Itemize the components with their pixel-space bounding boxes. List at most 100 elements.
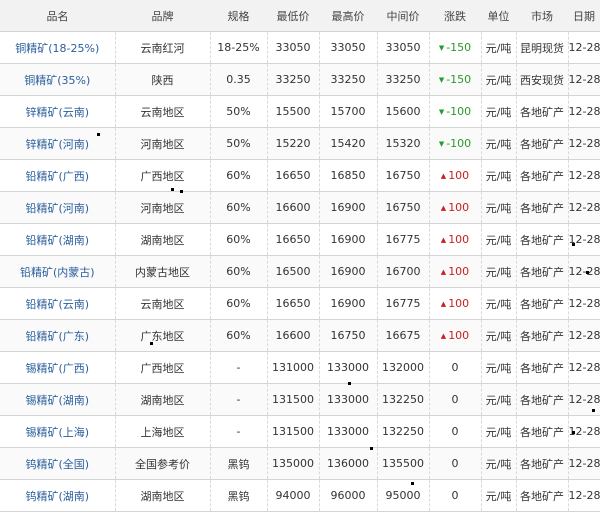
product-name-link[interactable]: 锡精矿(湖南) xyxy=(25,394,89,407)
product-name-link[interactable]: 铅精矿(广东) xyxy=(25,330,89,343)
cell-name: 锡精矿(广西) xyxy=(0,351,116,384)
cell-change: 0 xyxy=(429,479,482,512)
cell-unit: 元/吨 xyxy=(481,447,517,480)
cell-high: 133000 xyxy=(319,351,378,384)
header-spec[interactable]: 规格 xyxy=(210,0,267,32)
table-row: 锡精矿(广西) 广西地区 -131000 133000 132000 0 元/吨 各地矿产 12… xyxy=(0,351,600,384)
cell-brand: 上海地区 xyxy=(115,415,211,448)
cell-high: 133000 xyxy=(319,415,378,448)
cell-unit: 元/吨 xyxy=(481,415,517,448)
cell-spec: 60% xyxy=(210,287,268,320)
cell-low: 16500 xyxy=(267,255,320,288)
cell-spec: 60% xyxy=(210,191,268,224)
cell-high: 16900 xyxy=(319,287,378,320)
cell-high: 16750 xyxy=(319,319,378,352)
table-row: 铜精矿(35%) 陕西 0.35 33250 33250 33250 ▼ -150 元/吨 西安现… xyxy=(0,63,600,96)
change-text: 100 xyxy=(448,201,470,214)
product-name-link[interactable]: 铅精矿(云南) xyxy=(25,298,89,311)
cell-name: 铅精矿(湖南) xyxy=(0,223,116,256)
cell-low: 33050 xyxy=(267,31,320,64)
cell-date: 12-28 xyxy=(568,255,600,288)
change-text: 0 xyxy=(451,393,459,406)
header-unit[interactable]: 单位 xyxy=(481,0,516,32)
change-value: 0 xyxy=(452,393,459,406)
cell-unit: 元/吨 xyxy=(481,95,517,128)
header-row: 品名 品牌 规格 最低价 最高价 中间价 涨跌 单位 市场 日期 xyxy=(0,0,600,32)
table-row: 铅精矿(广西) 广西地区 60% 16650 16850 16750 ▲ 100 元/吨 各地矿产… xyxy=(0,159,600,192)
artifact-dot xyxy=(348,382,351,385)
cell-date: 12-28 xyxy=(568,223,600,256)
cell-low: 135000 xyxy=(267,447,320,480)
product-name-link[interactable]: 钨精矿(全国) xyxy=(25,458,89,471)
cell-market: 各地矿产 xyxy=(516,95,569,128)
header-name[interactable]: 品名 xyxy=(0,0,115,32)
cell-market: 各地矿产 xyxy=(516,255,569,288)
cell-brand: 湖南地区 xyxy=(115,383,211,416)
cell-mid: 15600 xyxy=(377,95,430,128)
change-value: ▼ -100 xyxy=(439,137,471,150)
header-market[interactable]: 市场 xyxy=(516,0,568,32)
cell-high: 133000 xyxy=(319,383,378,416)
cell-high: 16900 xyxy=(319,191,378,224)
table-row: 钨精矿(湖南) 湖南地区 黑钨 94000 96000 95000 0 元/吨 各地矿产 12-2… xyxy=(0,479,600,512)
cell-high: 16900 xyxy=(319,255,378,288)
cell-brand: 云南地区 xyxy=(115,287,211,320)
change-text: 0 xyxy=(451,361,459,374)
product-name-link[interactable]: 铜精矿(35%) xyxy=(24,74,90,87)
cell-mid: 95000 xyxy=(377,479,430,512)
cell-change: ▲ 100 xyxy=(429,159,482,192)
cell-name: 铅精矿(河南) xyxy=(0,191,116,224)
product-name-link[interactable]: 锌精矿(云南) xyxy=(25,106,89,119)
cell-low: 15500 xyxy=(267,95,320,128)
product-name-link[interactable]: 锌精矿(河南) xyxy=(25,138,89,151)
cell-date: 12-28 xyxy=(568,287,600,320)
product-name-link[interactable]: 铅精矿(湖南) xyxy=(25,234,89,247)
cell-mid: 16775 xyxy=(377,287,430,320)
cell-brand: 广西地区 xyxy=(115,159,211,192)
header-change[interactable]: 涨跌 xyxy=(429,0,481,32)
artifact-dot xyxy=(97,133,100,136)
header-brand[interactable]: 品牌 xyxy=(115,0,210,32)
cell-low: 131500 xyxy=(267,383,320,416)
product-name-link[interactable]: 铅精矿(广西) xyxy=(25,170,89,183)
change-value: ▲ 100 xyxy=(441,297,469,310)
table-row: 钨精矿(全国) 全国参考价 黑钨 135000 136000 135500 0 元/吨 各地矿产… xyxy=(0,447,600,480)
cell-high: 16850 xyxy=(319,159,378,192)
product-name-link[interactable]: 钨精矿(湖南) xyxy=(25,490,89,503)
header-mid[interactable]: 中间价 xyxy=(377,0,429,32)
change-value: ▲ 100 xyxy=(441,233,469,246)
product-name-link[interactable]: 铅精矿(河南) xyxy=(25,202,89,215)
artifact-dot xyxy=(411,482,414,485)
artifact-dot xyxy=(370,447,373,450)
header-high[interactable]: 最高价 xyxy=(319,0,377,32)
cell-name: 铅精矿(内蒙古) xyxy=(0,255,116,288)
product-name-link[interactable]: 铅精矿(内蒙古) xyxy=(20,266,95,279)
change-text: 100 xyxy=(448,265,470,278)
cell-spec: 60% xyxy=(210,255,268,288)
header-low[interactable]: 最低价 xyxy=(267,0,319,32)
cell-spec: 黑钨 xyxy=(210,479,268,512)
cell-brand: 内蒙古地区 xyxy=(115,255,211,288)
up-arrow-icon: ▲ xyxy=(440,332,447,340)
header-date[interactable]: 日期 xyxy=(568,0,600,32)
artifact-dot xyxy=(171,188,174,191)
cell-unit: 元/吨 xyxy=(481,383,517,416)
cell-brand: 云南地区 xyxy=(115,95,211,128)
cell-spec: 18-25% xyxy=(210,31,268,64)
cell-spec: 黑钨 xyxy=(210,447,268,480)
cell-unit: 元/吨 xyxy=(481,159,517,192)
product-name-link[interactable]: 锡精矿(上海) xyxy=(25,426,89,439)
table-row: 锌精矿(河南) 河南地区 50% 15220 15420 15320 ▼ -100 元/吨 各地矿… xyxy=(0,127,600,160)
change-text: 100 xyxy=(448,329,470,342)
cell-high: 33250 xyxy=(319,63,378,96)
change-text: -100 xyxy=(446,105,472,118)
cell-brand: 河南地区 xyxy=(115,191,211,224)
product-name-link[interactable]: 铜精矿(18-25%) xyxy=(15,42,99,55)
cell-market: 各地矿产 xyxy=(516,223,569,256)
change-text: -150 xyxy=(446,41,472,54)
cell-unit: 元/吨 xyxy=(481,191,517,224)
cell-unit: 元/吨 xyxy=(481,255,517,288)
cell-mid: 33050 xyxy=(377,31,430,64)
product-name-link[interactable]: 锡精矿(广西) xyxy=(25,362,89,375)
cell-market: 各地矿产 xyxy=(516,415,569,448)
